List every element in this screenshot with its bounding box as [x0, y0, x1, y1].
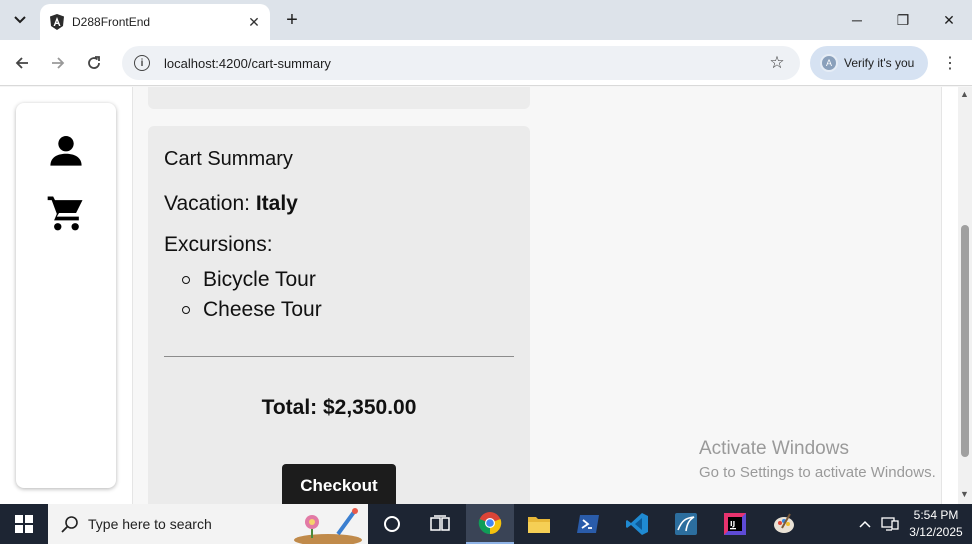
- page-viewport: Cart Summary Vacation: Italy Excursions:…: [0, 87, 972, 504]
- file-explorer-icon: [528, 517, 550, 533]
- mysql-workbench-button[interactable]: [662, 504, 710, 544]
- page-scrollbar[interactable]: ▲ ▼: [958, 87, 972, 504]
- clock-date: 3/12/2025: [909, 525, 963, 539]
- address-bar[interactable]: i localhost:4200/cart-summary ☆: [122, 46, 800, 80]
- back-arrow-icon: [15, 57, 28, 69]
- cortana-button[interactable]: [368, 504, 416, 544]
- cortana-circle-icon: [384, 516, 400, 532]
- show-hidden-icons-chevron-icon[interactable]: [858, 504, 872, 544]
- site-info-icon[interactable]: i: [134, 55, 150, 71]
- activate-windows-watermark: Activate Windows Go to Settings to activ…: [699, 438, 936, 481]
- browser-menu-icon[interactable]: ⋮: [940, 50, 960, 76]
- tab-search-chevron-icon[interactable]: [8, 8, 32, 32]
- search-placeholder: Type here to search: [88, 516, 212, 532]
- side-nav: [16, 103, 116, 488]
- minimize-button[interactable]: ─: [834, 0, 880, 40]
- paint-button[interactable]: [760, 504, 808, 544]
- watermark-title: Activate Windows: [699, 438, 849, 459]
- close-window-button[interactable]: ✕: [926, 0, 972, 40]
- url-text[interactable]: localhost:4200/cart-summary: [164, 56, 762, 71]
- vacation-line: Vacation: Italy: [164, 192, 298, 216]
- tab-close-icon[interactable]: ✕: [242, 10, 266, 34]
- restore-button[interactable]: ❐: [880, 0, 926, 40]
- clock-time: 5:54 PM: [913, 508, 959, 522]
- forward-button[interactable]: [45, 50, 71, 76]
- scroll-thumb[interactable]: [961, 225, 969, 457]
- card-title: Cart Summary: [164, 148, 293, 170]
- svg-text:IJ: IJ: [730, 520, 735, 528]
- verify-profile-button[interactable]: A Verify it's you: [810, 46, 928, 80]
- paint-icon: [774, 513, 794, 533]
- windows-logo-icon: [15, 515, 33, 533]
- angular-icon: [50, 14, 64, 30]
- divider: [164, 356, 514, 357]
- task-view-icon: [430, 515, 450, 531]
- previous-card: [148, 87, 530, 109]
- excursion-name: Bicycle Tour: [203, 268, 316, 291]
- person-icon[interactable]: [44, 129, 88, 173]
- excursions-list: Bicycle Tour Cheese Tour: [182, 265, 322, 325]
- taskbar-search-box[interactable]: Type here to search: [48, 504, 368, 544]
- watermark-subtitle: Go to Settings to activate Windows.: [699, 464, 936, 481]
- list-item: Bicycle Tour: [182, 265, 322, 295]
- reload-icon: [88, 56, 100, 69]
- powershell-icon: [577, 515, 599, 533]
- new-tab-button[interactable]: +: [280, 8, 304, 32]
- scroll-up-arrow-icon[interactable]: ▲: [960, 89, 969, 99]
- intellij-icon: IJ: [724, 513, 746, 535]
- profile-avatar: A: [820, 54, 838, 72]
- vscode-button[interactable]: [613, 504, 661, 544]
- vacation-label: Vacation:: [164, 192, 256, 215]
- excursions-label: Excursions:: [164, 233, 273, 256]
- shopping-cart-icon[interactable]: [44, 191, 88, 235]
- chrome-taskbar-button[interactable]: [466, 504, 514, 544]
- start-button[interactable]: [0, 504, 48, 544]
- browser-toolbar: i localhost:4200/cart-summary ☆ A Verify…: [0, 40, 972, 86]
- vacation-name: Italy: [255, 192, 298, 215]
- back-button[interactable]: [9, 50, 35, 76]
- intellij-button[interactable]: IJ: [711, 504, 759, 544]
- windows-taskbar: Type here to search IJ 5:54 PM 3/12/2025: [0, 504, 972, 544]
- tab-title: D288FrontEnd: [72, 15, 151, 29]
- browser-tab[interactable]: D288FrontEnd ✕: [40, 4, 270, 40]
- search-highlight-icon: [294, 508, 362, 544]
- mysql-workbench-icon: [675, 513, 697, 535]
- reload-button[interactable]: [81, 50, 107, 76]
- network-icon[interactable]: [881, 504, 899, 544]
- cart-summary-card: Cart Summary Vacation: Italy Excursions:…: [148, 126, 530, 504]
- file-explorer-button[interactable]: [515, 504, 563, 544]
- search-icon: [61, 516, 78, 533]
- vscode-icon: [626, 513, 648, 535]
- checkout-button[interactable]: Checkout: [282, 464, 396, 504]
- total-price: Total: $2,350.00: [261, 396, 417, 419]
- bullet-icon: [182, 306, 190, 314]
- list-item: Cheese Tour: [182, 295, 322, 325]
- bullet-icon: [182, 276, 190, 284]
- taskbar-clock[interactable]: 5:54 PM 3/12/2025: [906, 507, 966, 541]
- powershell-button[interactable]: [564, 504, 612, 544]
- bookmark-star-icon[interactable]: ☆: [762, 53, 792, 73]
- excursion-name: Cheese Tour: [203, 298, 322, 321]
- scroll-down-arrow-icon[interactable]: ▼: [960, 489, 969, 499]
- forward-arrow-icon: [52, 57, 65, 69]
- browser-tab-bar: D288FrontEnd ✕ + ─ ❐ ✕: [0, 0, 972, 40]
- task-view-button[interactable]: [416, 504, 464, 544]
- app-area: Cart Summary Vacation: Italy Excursions:…: [0, 87, 942, 504]
- chrome-icon: [478, 512, 502, 535]
- verify-label: Verify it's you: [844, 56, 915, 70]
